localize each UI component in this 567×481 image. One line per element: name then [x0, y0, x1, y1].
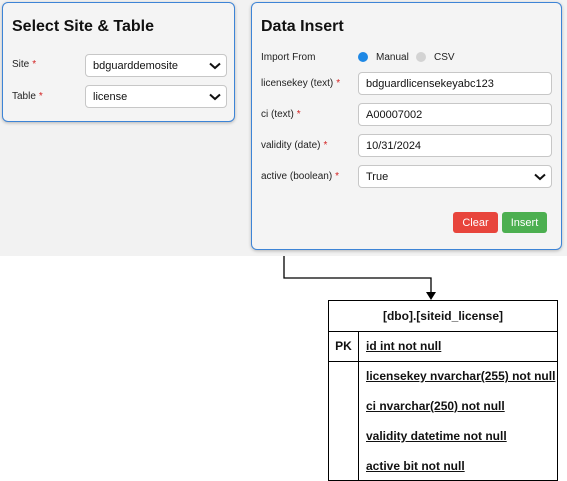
site-select[interactable]: bdguarddemosite: [85, 54, 227, 77]
active-label: active (boolean) *: [261, 171, 340, 182]
select-site-table-panel: Select Site & Table Site * bdguarddemosit…: [2, 2, 235, 122]
erd-divider: [358, 331, 359, 481]
required-mark: *: [38, 91, 43, 102]
required-mark: *: [336, 78, 341, 89]
erd-field: ci nvarchar(250) not null: [366, 399, 505, 413]
data-insert-panel: Data Insert Import From Manual CSV licen…: [251, 2, 562, 250]
licensekey-label: licensekey (text) *: [261, 78, 341, 89]
ci-input[interactable]: A00007002: [358, 103, 552, 126]
active-select-value: True: [366, 170, 389, 183]
erd-field: active bit not null: [366, 459, 465, 473]
panel-title: Data Insert: [261, 18, 344, 35]
licensekey-input[interactable]: bdguardlicensekeyabc123: [358, 72, 552, 95]
validity-date-input[interactable]: 10/31/2024: [358, 134, 552, 157]
erd-pk-field: id int not null: [366, 339, 442, 353]
panel-title: Select Site & Table: [12, 18, 154, 35]
site-label: Site *: [12, 59, 37, 70]
erd-table: [dbo].[siteid_license] PK id int not nul…: [328, 300, 558, 481]
table-label: Table *: [12, 91, 43, 102]
chevron-down-icon: [531, 170, 549, 184]
validity-label: validity (date) *: [261, 140, 328, 151]
erd-table-name: [dbo].[siteid_license]: [329, 301, 557, 332]
radio-csv[interactable]: [416, 52, 426, 62]
required-mark: *: [296, 109, 301, 120]
radio-manual[interactable]: [358, 52, 368, 62]
erd-pk-label: PK: [335, 339, 352, 353]
required-mark: *: [32, 59, 37, 70]
ci-label: ci (text) *: [261, 109, 301, 120]
active-select[interactable]: True: [358, 165, 552, 188]
required-mark: *: [323, 140, 328, 151]
chevron-down-icon: [206, 59, 224, 73]
import-from-label: Import From: [261, 52, 316, 63]
chevron-down-icon: [206, 90, 224, 104]
required-mark: *: [335, 171, 340, 182]
erd-pk-row: [329, 331, 557, 362]
erd-field: validity datetime not null: [366, 429, 507, 443]
table-select-value: license: [93, 90, 128, 103]
erd-field: licensekey nvarchar(255) not null: [366, 369, 556, 383]
radio-csv-label: CSV: [434, 52, 455, 63]
clear-button[interactable]: Clear: [453, 212, 498, 233]
insert-button[interactable]: Insert: [502, 212, 547, 233]
site-select-value: bdguarddemosite: [93, 59, 179, 72]
table-select[interactable]: license: [85, 85, 227, 108]
radio-manual-label: Manual: [376, 52, 409, 63]
